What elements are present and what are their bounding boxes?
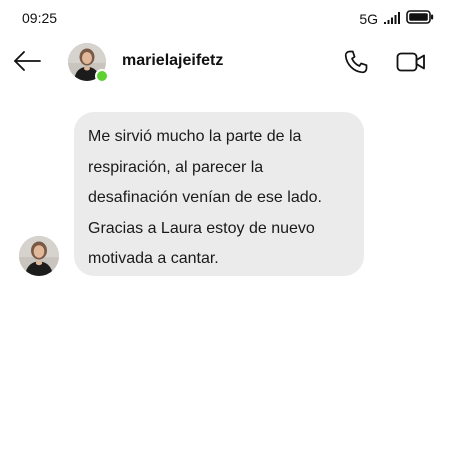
header-avatar[interactable]: [68, 43, 109, 83]
video-camera-icon: [396, 50, 426, 79]
video-call-button[interactable]: [394, 48, 428, 80]
network-label: 5G: [359, 10, 378, 27]
phone-icon: [342, 48, 370, 81]
online-status-dot: [95, 69, 109, 83]
message-sender-avatar[interactable]: [19, 236, 59, 276]
arrow-left-icon: [13, 50, 41, 76]
battery-icon: [406, 10, 434, 27]
chat-screen: 09:25 5G marielajeifetz Me sirvió mucho …: [0, 0, 450, 450]
status-indicators: 5G: [359, 10, 434, 27]
signal-bars-icon: [384, 11, 400, 27]
status-bar: 09:25 5G: [0, 0, 450, 34]
voice-call-button[interactable]: [340, 48, 372, 80]
back-button[interactable]: [10, 48, 44, 78]
chat-header: marielajeifetz: [0, 40, 450, 86]
header-username[interactable]: marielajeifetz: [122, 52, 223, 70]
status-time: 09:25: [22, 10, 58, 26]
message-bubble[interactable]: Me sirvió mucho la parte de la respiraci…: [74, 112, 364, 276]
